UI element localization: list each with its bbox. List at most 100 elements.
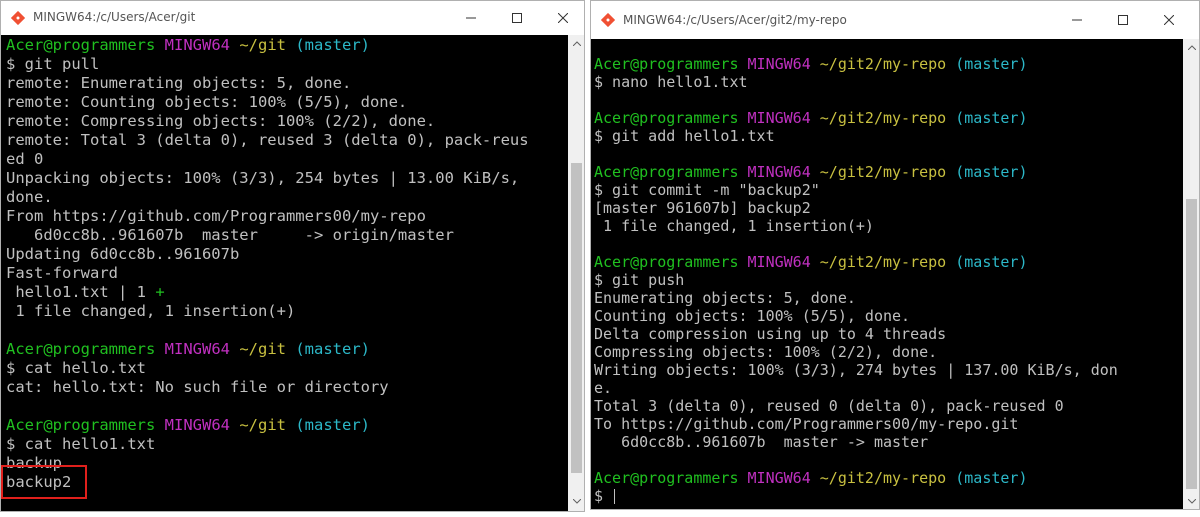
scroll-thumb[interactable] xyxy=(571,163,582,473)
terminal-text: ~/git2/my-repo xyxy=(819,253,947,271)
terminal-line: $ nano hello1.txt xyxy=(594,73,1118,91)
terminal-line: Acer@programmers MINGW64 ~/git (master) xyxy=(6,416,529,435)
terminal-text: MINGW64 xyxy=(747,163,811,181)
terminal-output[interactable]: Acer@programmers MINGW64 ~/git2/my-repo … xyxy=(591,39,1183,509)
terminal-line: 6d0cc8b..961607b master -> origin/master xyxy=(6,226,529,245)
window-title: MINGW64:/c/Users/Acer/git2/my-repo xyxy=(623,13,847,27)
scroll-thumb[interactable] xyxy=(1186,199,1197,489)
window-title: MINGW64:/c/Users/Acer/git xyxy=(33,10,196,24)
terminal-text: $ cat hello.txt xyxy=(6,359,146,377)
terminal-text: MINGW64 xyxy=(164,340,230,358)
text-cursor xyxy=(614,489,616,504)
terminal-line: $ git add hello1.txt xyxy=(594,127,1118,145)
terminal-text: Counting objects: 100% (5/5), done. xyxy=(594,307,911,325)
title-bar[interactable]: MINGW64:/c/Users/Acer/git xyxy=(1,1,584,35)
maximize-icon xyxy=(1118,15,1128,25)
terminal-output[interactable]: Acer@programmers MINGW64 ~/git (master) $… xyxy=(1,35,568,511)
minimize-button[interactable] xyxy=(448,1,494,35)
terminal-text: hello1.txt | 1 xyxy=(6,283,156,301)
terminal-line: Enumerating objects: 5, done. xyxy=(594,289,1118,307)
terminal-text: Acer@programmers xyxy=(594,163,739,181)
terminal-window-right: MINGW64:/c/Users/Acer/git2/my-repo Acer@… xyxy=(590,0,1200,510)
terminal-text: Unpacking objects: 100% (3/3), 254 bytes… xyxy=(6,169,520,187)
close-icon xyxy=(558,13,568,23)
terminal-line: $ git pull xyxy=(6,55,529,74)
terminal-text: MINGW64 xyxy=(164,36,230,54)
terminal-text: Fast-forward xyxy=(6,264,118,282)
terminal-line: Delta compression using up to 4 threads xyxy=(594,325,1118,343)
terminal-text: done. xyxy=(6,188,53,206)
terminal-text: Updating 6d0cc8b..961607b xyxy=(6,245,240,263)
scroll-down-arrow[interactable] xyxy=(568,493,584,510)
title-bar[interactable]: MINGW64:/c/Users/Acer/git2/my-repo xyxy=(591,1,1199,39)
terminal-text: remote: Compressing objects: 100% (2/2),… xyxy=(6,112,436,130)
close-button[interactable] xyxy=(540,1,584,35)
terminal-line: Acer@programmers MINGW64 ~/git (master) xyxy=(6,340,529,359)
terminal-text: ed 0 xyxy=(6,150,44,168)
terminal-text: remote: Counting objects: 100% (5/5), do… xyxy=(6,93,408,111)
terminal-text: Delta compression using up to 4 threads xyxy=(594,325,947,343)
terminal-text: (master) xyxy=(295,36,370,54)
terminal-line: From https://github.com/Programmers00/my… xyxy=(6,207,529,226)
scroll-up-arrow[interactable] xyxy=(1183,39,1199,56)
terminal-text: Acer@programmers xyxy=(594,469,739,487)
vertical-scrollbar[interactable] xyxy=(1183,39,1199,509)
maximize-button[interactable] xyxy=(1100,1,1146,39)
terminal-line: done. xyxy=(6,188,529,207)
terminal-text: (master) xyxy=(295,340,370,358)
chevron-down-icon xyxy=(1187,499,1196,504)
terminal-text: $ git add hello1.txt xyxy=(594,127,775,145)
terminal-line: Updating 6d0cc8b..961607b xyxy=(6,245,529,264)
terminal-text: ~/git2/my-repo xyxy=(819,469,947,487)
terminal-line: Acer@programmers MINGW64 ~/git2/my-repo … xyxy=(594,469,1118,487)
terminal-text: MINGW64 xyxy=(164,416,230,434)
terminal-line: To https://github.com/Programmers00/my-r… xyxy=(594,415,1118,433)
vertical-scrollbar[interactable] xyxy=(568,35,584,511)
terminal-text: [master 961607b] backup2 xyxy=(594,199,811,217)
minimize-button[interactable] xyxy=(1054,1,1100,39)
terminal-line: Compressing objects: 100% (2/2), done. xyxy=(594,343,1118,361)
terminal-text: $ git pull xyxy=(6,55,100,73)
terminal-text: 1 file changed, 1 insertion(+) xyxy=(6,302,296,320)
close-button[interactable] xyxy=(1146,1,1192,39)
terminal-line: Fast-forward xyxy=(6,264,529,283)
terminal-text: ~/git2/my-repo xyxy=(819,55,947,73)
terminal-text: 6d0cc8b..961607b master -> master xyxy=(594,433,929,451)
terminal-text: ~/git xyxy=(239,340,286,358)
chevron-up-icon xyxy=(1187,45,1196,50)
scroll-down-arrow[interactable] xyxy=(1183,493,1199,509)
terminal-line: $ cat hello1.txt xyxy=(6,435,529,454)
terminal-lines: Acer@programmers MINGW64 ~/git (master) $… xyxy=(6,36,529,492)
terminal-line: [master 961607b] backup2 xyxy=(594,199,1118,217)
terminal-window-left: MINGW64:/c/Users/Acer/git Acer@programme… xyxy=(0,0,585,512)
terminal-text: Acer@programmers xyxy=(594,109,739,127)
git-bash-icon xyxy=(11,11,25,25)
terminal-text: ~/git xyxy=(239,416,286,434)
terminal-text: MINGW64 xyxy=(747,55,811,73)
terminal-line: $ git commit -m "backup2" xyxy=(594,181,1118,199)
terminal-text: Writing objects: 100% (3/3), 274 bytes |… xyxy=(594,361,1118,379)
terminal-line: ed 0 xyxy=(6,150,529,169)
terminal-text: Acer@programmers xyxy=(594,55,739,73)
terminal-text: 1 file changed, 1 insertion(+) xyxy=(594,217,874,235)
terminal-text: $ cat hello1.txt xyxy=(6,435,156,453)
terminal-text: e. xyxy=(594,379,613,397)
minimize-icon xyxy=(466,17,476,19)
terminal-line: $ git push xyxy=(594,271,1118,289)
maximize-button[interactable] xyxy=(494,1,540,35)
terminal-line: $ xyxy=(594,487,1118,505)
terminal-line: $ cat hello.txt xyxy=(6,359,529,378)
scroll-up-arrow[interactable] xyxy=(568,35,584,52)
terminal-line: e. xyxy=(594,379,1118,397)
